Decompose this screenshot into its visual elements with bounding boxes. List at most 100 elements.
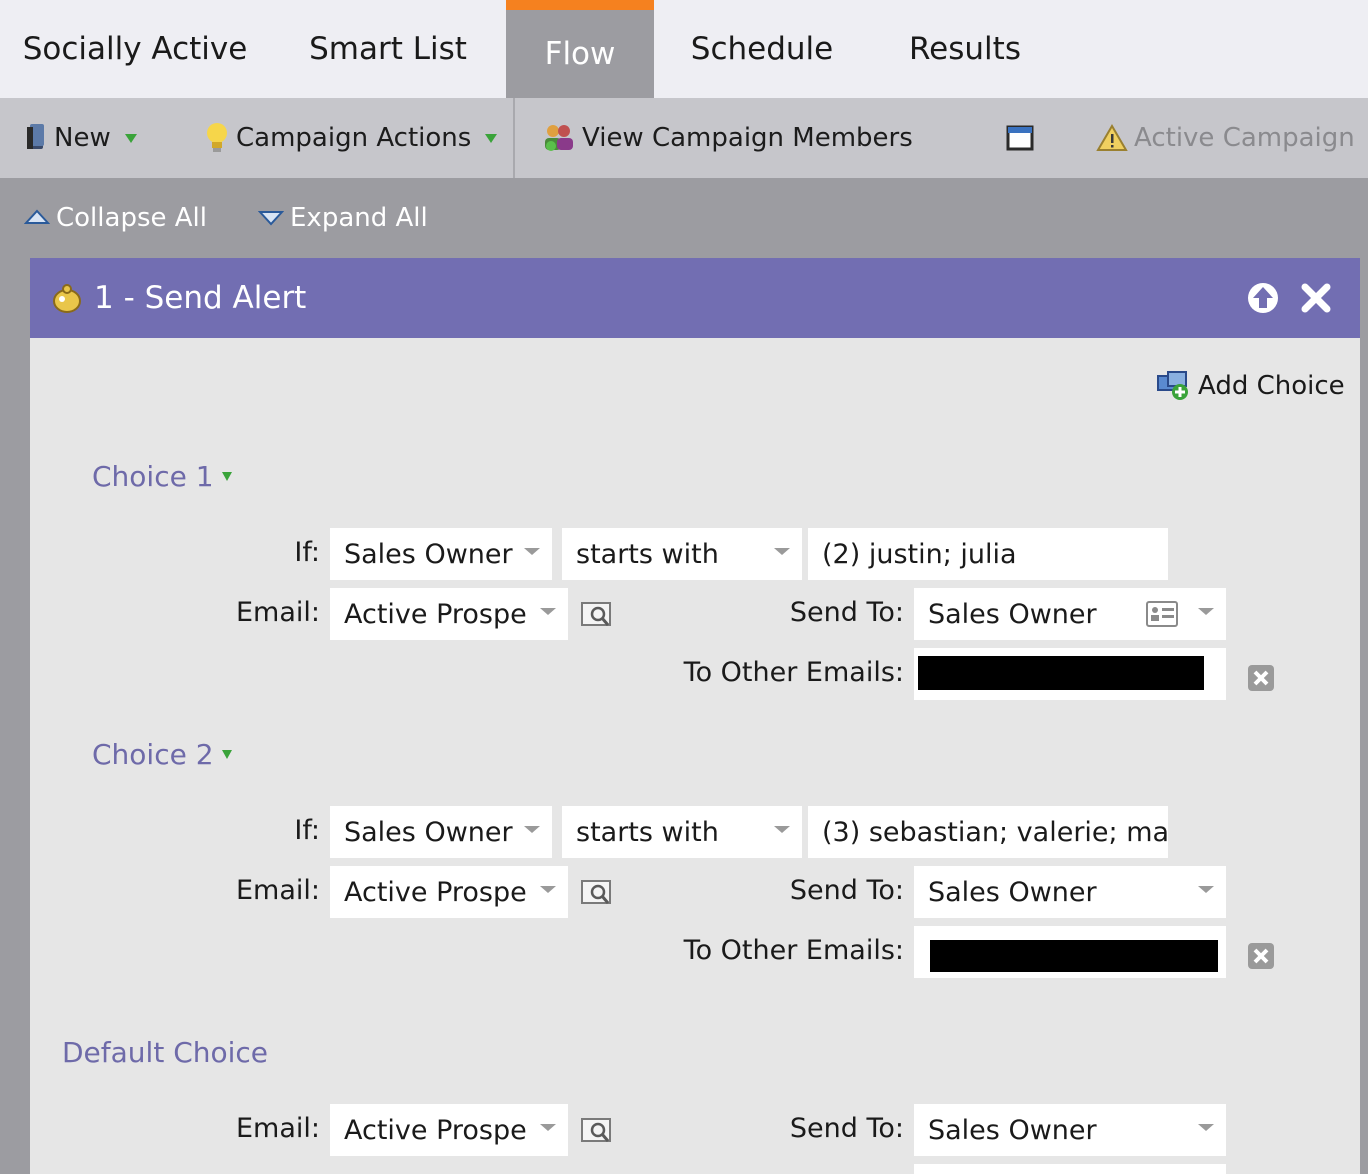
send-to-label: Send To:	[789, 1113, 904, 1144]
clear-field-icon[interactable]	[1246, 941, 1276, 971]
tab-schedule[interactable]: Schedule	[654, 0, 870, 98]
new-button[interactable]: New	[24, 98, 137, 178]
select-arrow-icon	[1198, 886, 1214, 893]
new-document-icon	[27, 124, 44, 149]
collapse-all-button[interactable]: Collapse All	[24, 178, 207, 258]
preview-email-icon[interactable]	[580, 878, 614, 908]
input-value: (3) sebastian; valerie; mark	[822, 816, 1168, 848]
select-value: Sales Owner	[344, 816, 513, 848]
tab-label: Results	[909, 31, 1021, 67]
choice-dropdown-icon	[221, 472, 232, 481]
redacted-email	[918, 656, 1204, 690]
lightbulb-icon	[207, 123, 227, 152]
tab-label: Flow	[544, 36, 616, 72]
contact-card-icon	[1146, 601, 1178, 627]
collapse-bar: Collapse All Expand All	[0, 178, 1368, 258]
select-arrow-icon	[540, 1124, 556, 1131]
window-button[interactable]	[1006, 98, 1034, 178]
select-value: Active Prospe	[344, 598, 527, 630]
select-value: Sales Owner	[928, 1114, 1097, 1146]
move-up-icon[interactable]	[1246, 281, 1280, 315]
campaign-actions-label: Campaign Actions	[236, 123, 472, 153]
collapse-arrow-icon	[24, 209, 50, 224]
active-campaign-button[interactable]: Active Campaign	[1096, 98, 1355, 178]
choice-title-label: Choice 1	[92, 460, 214, 493]
input-value: (2) justin; julia	[822, 538, 1017, 570]
email-label: Email:	[235, 1113, 320, 1144]
window-icon	[1006, 125, 1034, 151]
default-choice-title: Default Choice	[62, 1036, 268, 1069]
tab-label: Schedule	[690, 31, 834, 67]
preview-email-icon[interactable]	[580, 600, 614, 630]
view-campaign-members-button[interactable]: View Campaign Members	[542, 98, 913, 178]
select-value: starts with	[576, 816, 719, 848]
select-value: Sales Owner	[928, 876, 1097, 908]
dropdown-arrow-icon	[124, 133, 137, 143]
tab-label: Socially Active	[22, 31, 248, 67]
other-emails-label: To Other Emails:	[683, 657, 904, 688]
tab-smart-list[interactable]: Smart List	[270, 0, 506, 98]
select-arrow-icon	[774, 826, 790, 833]
tab-socially-active[interactable]: Socially Active	[0, 0, 270, 98]
choice-title-label: Default Choice	[62, 1036, 269, 1069]
flow-step-title: 1 - Send Alert	[94, 280, 307, 316]
tab-flow[interactable]: Flow	[506, 0, 654, 98]
view-members-label: View Campaign Members	[582, 123, 913, 153]
preview-email-icon[interactable]	[580, 1116, 614, 1146]
campaign-actions-button[interactable]: Campaign Actions	[204, 98, 498, 178]
default-other-emails-input[interactable]	[914, 1164, 1226, 1174]
active-campaign-label: Active Campaign	[1134, 123, 1355, 153]
default-send-to-select[interactable]: Sales Owner	[914, 1104, 1226, 1156]
tab-label: Smart List	[309, 31, 467, 67]
select-value: starts with	[576, 538, 719, 570]
choice-2-title[interactable]: Choice 2	[92, 738, 232, 771]
expand-arrow-icon	[258, 211, 284, 226]
close-icon[interactable]	[1300, 282, 1332, 314]
select-arrow-icon	[1198, 608, 1214, 615]
email-label: Email:	[235, 597, 320, 628]
choice-1-send-to-select[interactable]: Sales Owner	[914, 588, 1226, 640]
choice-2-if-field-select[interactable]: Sales Owner	[330, 806, 552, 858]
select-arrow-icon	[1198, 1124, 1214, 1131]
warning-icon	[1096, 124, 1128, 151]
flow-step-header: 1 - Send Alert	[30, 258, 1360, 338]
add-choice-icon	[1157, 371, 1188, 400]
other-emails-label: To Other Emails:	[683, 935, 904, 966]
choice-title-label: Choice 2	[92, 738, 214, 771]
expand-all-label: Expand All	[290, 203, 428, 233]
choice-dropdown-icon	[221, 750, 232, 759]
add-choice-button[interactable]: Add Choice	[1156, 370, 1345, 402]
choice-2-operator-select[interactable]: starts with	[562, 806, 802, 858]
if-label: If:	[294, 815, 320, 846]
choice-2-value-input[interactable]: (3) sebastian; valerie; mark	[808, 806, 1168, 858]
collapse-all-label: Collapse All	[56, 203, 207, 233]
select-value: Active Prospe	[344, 876, 527, 908]
toolbar: New Campaign Actions View Campaign Membe…	[0, 98, 1368, 178]
select-arrow-icon	[540, 608, 556, 615]
tab-results[interactable]: Results	[870, 0, 1060, 98]
default-email-select[interactable]: Active Prospe	[330, 1104, 568, 1156]
select-arrow-icon	[524, 826, 540, 833]
choice-2-send-to-select[interactable]: Sales Owner	[914, 866, 1226, 918]
send-to-label: Send To:	[789, 597, 904, 628]
email-label: Email:	[235, 875, 320, 906]
choice-1-if-field-select[interactable]: Sales Owner	[330, 528, 552, 580]
choice-1-value-input[interactable]: (2) justin; julia	[808, 528, 1168, 580]
clear-field-icon[interactable]	[1246, 663, 1276, 693]
select-value: Active Prospe	[344, 1114, 527, 1146]
choice-1-operator-select[interactable]: starts with	[562, 528, 802, 580]
toolbar-divider	[513, 98, 515, 178]
select-arrow-icon	[540, 886, 556, 893]
dropdown-arrow-icon	[485, 133, 498, 143]
choice-1-other-emails-input[interactable]	[914, 648, 1226, 700]
select-value: Sales Owner	[344, 538, 513, 570]
new-label: New	[54, 123, 111, 153]
expand-all-button[interactable]: Expand All	[258, 178, 428, 258]
flow-step-body: Add Choice Choice 1 If: Sales Owner star…	[30, 338, 1360, 1174]
choice-2-email-select[interactable]: Active Prospe	[330, 866, 568, 918]
choice-1-email-select[interactable]: Active Prospe	[330, 588, 568, 640]
select-arrow-icon	[774, 548, 790, 555]
if-label: If:	[294, 537, 320, 568]
choice-1-title[interactable]: Choice 1	[92, 460, 232, 493]
choice-2-other-emails-input[interactable]	[914, 926, 1226, 978]
